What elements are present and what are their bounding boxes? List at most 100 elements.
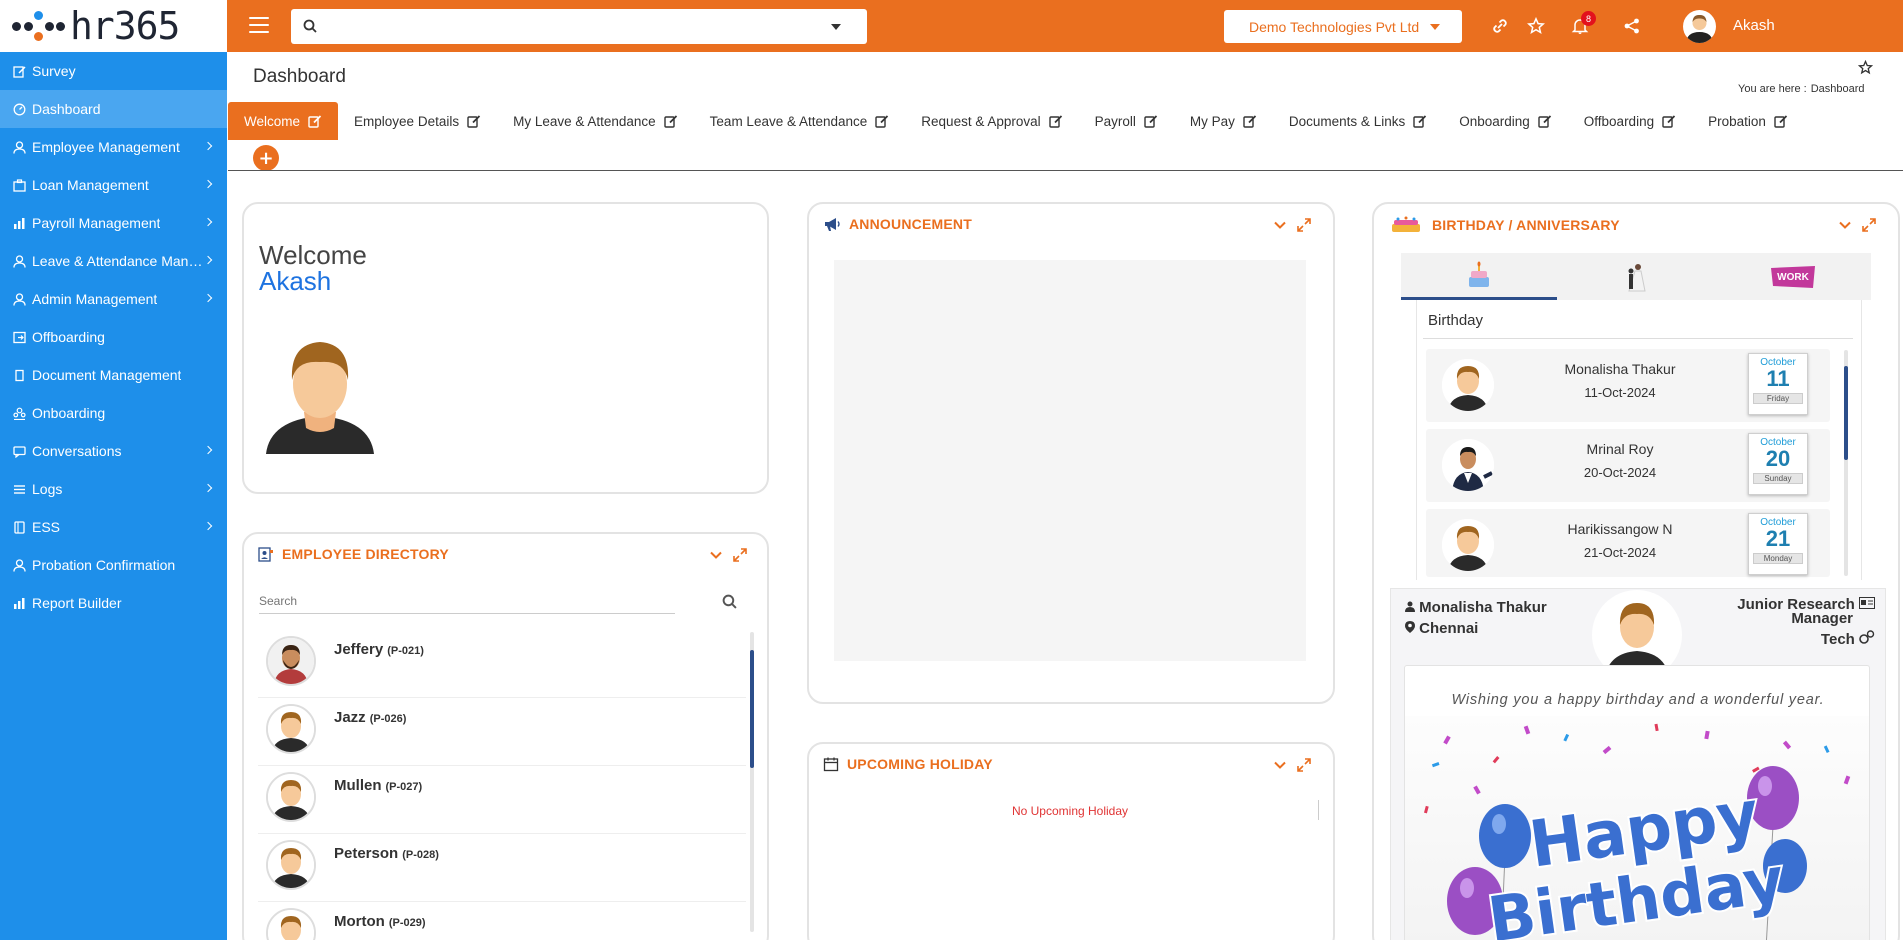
tab-employee-details[interactable]: Employee Details (338, 102, 497, 140)
work-anniversary-icon: WORK (1771, 265, 1815, 288)
sidebar-item-payroll-management[interactable]: Payroll Management (0, 204, 227, 242)
chevron-down-icon[interactable] (1838, 218, 1852, 232)
breadcrumb-current[interactable]: Dashboard (1811, 83, 1865, 95)
exit-icon (13, 331, 26, 344)
directory-scroll-thumb[interactable] (750, 650, 754, 768)
sidebar-item-offboarding[interactable]: Offboarding (0, 318, 227, 356)
sidebar-item-logs[interactable]: Logs (0, 470, 227, 508)
chevron-down-icon[interactable] (1273, 758, 1287, 772)
brand-logo[interactable]: hr365 (0, 0, 227, 52)
sidebar-item-ess[interactable]: ESS (0, 508, 227, 546)
card-tools (1838, 218, 1876, 232)
edit-icon[interactable] (1774, 114, 1788, 128)
expand-icon[interactable] (1297, 218, 1311, 232)
tab-welcome[interactable]: Welcome (228, 102, 339, 140)
svg-text:WORK: WORK (1777, 272, 1809, 283)
user-name[interactable]: Akash (1733, 17, 1775, 34)
tab-my-leave-attendance[interactable]: My Leave & Attendance (497, 102, 694, 140)
employee-row[interactable]: Morton (P-029) (258, 902, 746, 940)
star-icon[interactable] (1858, 60, 1873, 75)
birthday-scroll-thumb[interactable] (1844, 366, 1848, 460)
department-icon (1859, 630, 1875, 644)
sidebar-item-onboarding[interactable]: Onboarding (0, 394, 227, 432)
welcome-user-name: Akash (259, 266, 332, 296)
edit-icon[interactable] (663, 114, 678, 128)
star-icon[interactable] (1527, 17, 1545, 35)
sidebar-item-conversations[interactable]: Conversations (0, 432, 227, 470)
card-tools (1273, 758, 1311, 772)
person-date: 11-Oct-2024 (1584, 385, 1656, 400)
user-icon (13, 140, 26, 154)
employee-row[interactable]: Jazz (P-026) (258, 698, 746, 766)
person-avatar (1442, 359, 1494, 411)
employee-avatar (266, 704, 316, 754)
tab-documents-links[interactable]: Documents & Links (1273, 102, 1443, 140)
edit-icon[interactable] (1413, 114, 1427, 128)
birthday-row[interactable]: Monalisha Thakur 11-Oct-2024 October 11 … (1426, 349, 1830, 422)
sidebar-item-leave-attendance-management[interactable]: Leave & Attendance Management (0, 242, 227, 280)
edit-icon[interactable] (1243, 114, 1257, 128)
tab-probation[interactable]: Probation (1692, 102, 1804, 140)
tab-request-approval[interactable]: Request & Approval (905, 102, 1078, 140)
divider (1318, 800, 1319, 820)
menu-toggle-button[interactable] (249, 17, 269, 33)
page-title: Dashboard (253, 66, 346, 87)
edit-icon[interactable] (875, 114, 889, 128)
directory-search[interactable] (259, 590, 675, 614)
chevron-right-icon (203, 521, 213, 531)
celebration-type-tabs: WORK (1401, 253, 1871, 300)
person-date: 20-Oct-2024 (1583, 465, 1657, 480)
expand-icon[interactable] (1297, 758, 1311, 772)
chevron-down-icon[interactable] (831, 24, 841, 30)
tab-wedding-anniversary[interactable] (1558, 253, 1714, 300)
search-icon[interactable] (722, 594, 737, 609)
company-selector[interactable]: Demo Technologies Pvt Ltd (1224, 10, 1462, 43)
edit-icon[interactable] (467, 114, 481, 128)
tab-team-leave-attendance[interactable]: Team Leave & Attendance (694, 102, 906, 140)
birthday-row[interactable]: Mrinal Roy 20-Oct-2024 October 20 Sunday (1426, 429, 1830, 502)
employee-row[interactable]: Mullen (P-027) (258, 766, 746, 834)
global-search[interactable] (291, 9, 867, 44)
tab-payroll[interactable]: Payroll (1079, 102, 1174, 140)
edit-icon[interactable] (1662, 114, 1676, 128)
sidebar-item-probation-confirmation[interactable]: Probation Confirmation (0, 546, 227, 584)
employee-row[interactable]: Peterson (P-028) (258, 834, 746, 902)
user-icon (1405, 601, 1415, 612)
tab-birthday[interactable] (1401, 253, 1557, 300)
edit-icon[interactable] (1538, 114, 1552, 128)
featured-department: Tech (1820, 631, 1855, 648)
edit-icon[interactable] (308, 114, 322, 128)
directory-search-input[interactable] (259, 590, 675, 612)
tab-offboarding[interactable]: Offboarding (1568, 102, 1692, 140)
sidebar-item-loan-management[interactable]: Loan Management (0, 166, 227, 204)
dashboard-tabs: Welcome Employee Details My Leave & Atte… (228, 102, 1804, 140)
sidebar-item-employee-management[interactable]: Employee Management (0, 128, 227, 166)
sidebar-item-survey[interactable]: Survey (0, 52, 227, 90)
chevron-down-icon[interactable] (1273, 218, 1287, 232)
edit-icon[interactable] (1144, 114, 1158, 128)
sidebar-item-dashboard[interactable]: Dashboard (0, 90, 227, 128)
user-icon (13, 558, 26, 572)
link-icon[interactable] (1491, 17, 1509, 35)
sidebar-item-admin-management[interactable]: Admin Management (0, 280, 227, 318)
employee-row[interactable]: Jeffery (P-021) (258, 630, 746, 698)
tab-onboarding[interactable]: Onboarding (1443, 102, 1568, 140)
chevron-down-icon[interactable] (709, 548, 723, 562)
tab-work-anniversary[interactable]: WORK (1715, 253, 1871, 300)
share-icon[interactable] (1623, 17, 1641, 35)
add-tab-button[interactable]: + (253, 145, 279, 171)
expand-icon[interactable] (1862, 218, 1876, 232)
sidebar-item-report-builder[interactable]: Report Builder (0, 584, 227, 622)
sidebar-item-document-management[interactable]: Document Management (0, 356, 227, 394)
search-input[interactable] (327, 15, 807, 38)
tab-my-pay[interactable]: My Pay (1174, 102, 1273, 140)
calendar-badge: October 21 Monday (1748, 513, 1808, 575)
employee-directory-card: EMPLOYEE DIRECTORY Jeffery(P-021) Jazz(P… (242, 532, 769, 940)
user-icon (13, 292, 26, 306)
expand-icon[interactable] (733, 548, 747, 562)
employee-name-line: Jazz (P-026) (334, 709, 407, 726)
user-avatar[interactable] (1683, 10, 1716, 43)
birthday-row[interactable]: Harikissangow N 21-Oct-2024 October 21 M… (1426, 509, 1830, 577)
edit-icon[interactable] (1048, 114, 1063, 128)
calendar-badge: October 11 Friday (1748, 353, 1808, 415)
